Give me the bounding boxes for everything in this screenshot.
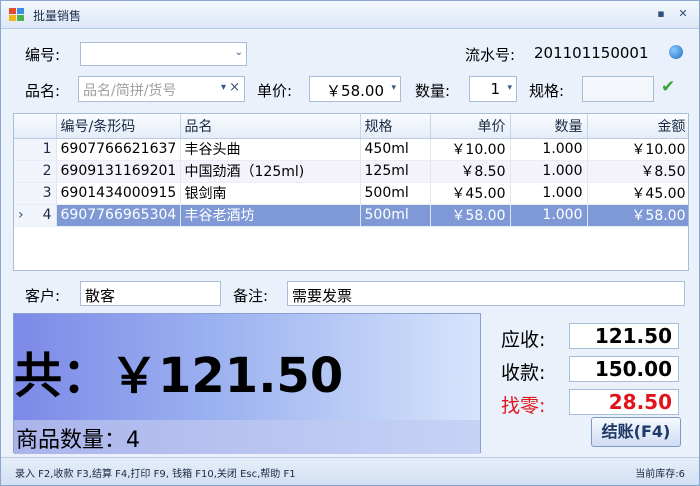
summary-area: 共：￥121.50 商品数量：4 应收: 121.50 收款: 150.00 找…	[13, 313, 689, 454]
grid-header-row: 编号/条形码 品名 规格 单价 数量 金额	[14, 114, 688, 139]
cell-spec[interactable]: 450ml	[360, 138, 431, 161]
cell-price[interactable]: ￥10.00	[430, 138, 511, 161]
table-row[interactable]: 1 6907766621637 丰谷头曲 450ml ￥10.00 1.000 …	[14, 138, 688, 161]
grid-header-price[interactable]: 单价	[430, 114, 511, 139]
cell-spec[interactable]: 500ml	[360, 204, 431, 227]
cell-code[interactable]: 6901434000915	[56, 182, 181, 205]
info-icon[interactable]	[669, 45, 683, 59]
cell-name[interactable]: 银剑南	[180, 182, 361, 205]
code-label: 编号:	[25, 46, 61, 64]
serial-value: 201101150001	[534, 44, 649, 62]
cell-price[interactable]: ￥58.00	[430, 204, 511, 227]
note-field[interactable]: 需要发票	[287, 281, 685, 306]
quantity-stepper[interactable]: 1 ▾	[469, 76, 517, 102]
cell-price[interactable]: ￥45.00	[430, 182, 511, 205]
row-number: 2	[14, 160, 57, 183]
minimize-button[interactable]: ▪	[653, 6, 669, 22]
cell-qty[interactable]: 1.000	[510, 138, 588, 161]
row-number: › 4	[14, 204, 57, 227]
note-label: 备注:	[233, 287, 269, 305]
cell-code[interactable]: 6907766621637	[56, 138, 181, 161]
title-bar: 批量销售 ▪ ✕	[1, 1, 699, 29]
price-field[interactable]: ￥58.00 ▾	[309, 76, 401, 102]
cell-amount[interactable]: ￥10.00	[587, 138, 688, 161]
receivable-field: 121.50	[569, 323, 679, 349]
customer-label: 客户:	[25, 287, 61, 305]
customer-field[interactable]: 散客	[80, 281, 221, 306]
grid-header-qty[interactable]: 数量	[510, 114, 588, 139]
app-icon	[9, 8, 25, 22]
grid-header-amount[interactable]: 金额	[587, 114, 688, 139]
spec-field[interactable]	[582, 76, 654, 102]
cell-name[interactable]: 丰谷头曲	[180, 138, 361, 161]
window-title: 批量销售	[33, 9, 82, 23]
table-row[interactable]: 3 6901434000915 银剑南 500ml ￥45.00 1.000 ￥…	[14, 182, 688, 205]
dropdown-arrow-icon[interactable]: ▾	[221, 82, 226, 93]
table-row[interactable]: 2 6909131169201 中国劲酒（125ml) 125ml ￥8.50 …	[14, 160, 688, 183]
row-number: 3	[14, 182, 57, 205]
cell-qty[interactable]: 1.000	[510, 182, 588, 205]
receivable-label: 应收:	[501, 329, 546, 351]
grid-header-name[interactable]: 品名	[180, 114, 361, 139]
cell-name[interactable]: 丰谷老酒坊	[180, 204, 361, 227]
current-stock: 当前库存:6	[635, 469, 685, 480]
spinner-icon[interactable]: ▾	[507, 83, 512, 93]
clear-icon[interactable]: ×	[229, 80, 240, 95]
spec-label: 规格:	[529, 82, 565, 100]
cell-qty[interactable]: 1.000	[510, 204, 588, 227]
product-search-placeholder: 品名/简拼/货号	[83, 83, 177, 99]
code-combo[interactable]: ⌄	[80, 42, 247, 66]
price-label: 单价:	[257, 82, 293, 100]
cell-code[interactable]: 6907766965304	[56, 204, 181, 227]
quantity-value: 1	[490, 80, 500, 98]
checkout-button[interactable]: 结账(F4)	[591, 417, 681, 447]
batch-sale-window: 批量销售 ▪ ✕ 编号: ⌄ 流水号: 201101150001 品名: 品名/…	[0, 0, 700, 486]
shortcut-hints: 录入 F2,收款 F3,结算 F4,打印 F9, 钱箱 F10,关闭 Esc,帮…	[15, 469, 296, 480]
customer-value: 散客	[85, 287, 116, 305]
price-value: ￥58.00	[326, 82, 384, 100]
cell-name[interactable]: 中国劲酒（125ml)	[180, 160, 361, 183]
cell-amount[interactable]: ￥58.00	[587, 204, 688, 227]
cell-code[interactable]: 6909131169201	[56, 160, 181, 183]
grid-header-rownum	[14, 114, 57, 139]
total-panel: 共：￥121.50 商品数量：4	[13, 313, 481, 454]
sales-grid[interactable]: 编号/条形码 品名 规格 单价 数量 金额 1 6907766621637 丰谷…	[13, 113, 689, 271]
received-label: 收款:	[501, 362, 546, 384]
chevron-down-icon[interactable]: ⌄	[235, 47, 243, 58]
grid-header-spec[interactable]: 规格	[360, 114, 431, 139]
cell-amount[interactable]: ￥8.50	[587, 160, 688, 183]
serial-label: 流水号:	[465, 46, 516, 64]
cell-qty[interactable]: 1.000	[510, 160, 588, 183]
grid-header-code[interactable]: 编号/条形码	[56, 114, 181, 139]
status-bar: 录入 F2,收款 F3,结算 F4,打印 F9, 钱箱 F10,关闭 Esc,帮…	[1, 457, 699, 485]
note-value: 需要发票	[292, 287, 353, 305]
change-field: 28.50	[569, 389, 679, 415]
spinner-icon[interactable]: ▾	[391, 83, 396, 93]
cell-price[interactable]: ￥8.50	[430, 160, 511, 183]
payment-panel: 应收: 121.50 收款: 150.00 找零: 28.50 结账(F4)	[481, 313, 689, 453]
confirm-check-icon[interactable]: ✔	[661, 77, 675, 97]
item-count: 商品数量：4	[14, 420, 480, 454]
close-button[interactable]: ✕	[675, 6, 691, 22]
change-label: 找零:	[501, 395, 546, 417]
current-row-marker-icon: ›	[18, 207, 24, 223]
quantity-label: 数量:	[415, 82, 451, 100]
cell-amount[interactable]: ￥45.00	[587, 182, 688, 205]
cell-spec[interactable]: 500ml	[360, 182, 431, 205]
row-number: 1	[14, 138, 57, 161]
product-name-label: 品名:	[25, 82, 61, 100]
received-input[interactable]: 150.00	[569, 356, 679, 382]
product-search-input[interactable]: 品名/简拼/货号 ▾ ×	[78, 76, 245, 102]
grand-total: 共：￥121.50	[14, 348, 344, 404]
table-row-selected[interactable]: › 4 6907766965304 丰谷老酒坊 500ml ￥58.00 1.0…	[14, 204, 688, 227]
cell-spec[interactable]: 125ml	[360, 160, 431, 183]
